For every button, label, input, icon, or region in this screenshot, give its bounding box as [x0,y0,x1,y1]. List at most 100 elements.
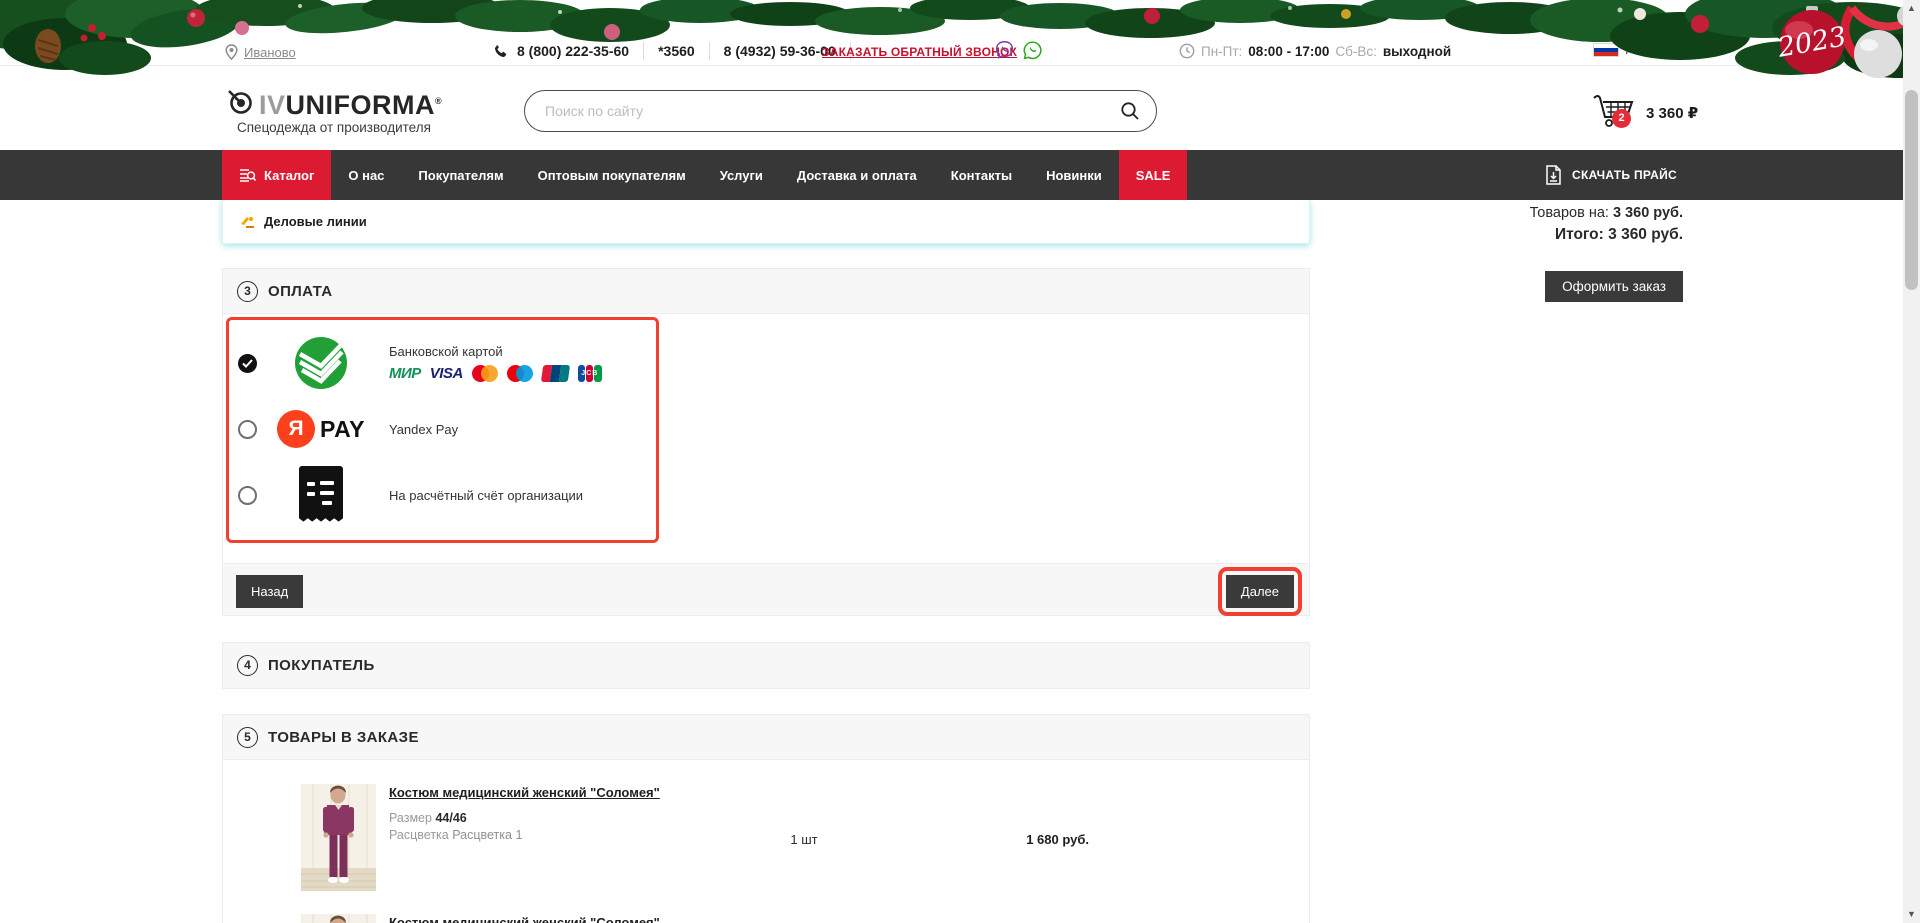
cart-total: 3 360 ₽ [1646,104,1698,122]
nav-item-contacts[interactable]: Контакты [934,150,1029,200]
product-title-link[interactable]: Костюм медицинский женский "Соломея" [389,785,660,801]
payment-option-card[interactable]: Банковской картой МИР VISA JCB [229,330,656,396]
logo-text: IVUNIFORMA® [259,88,442,118]
phones-block: 8 (800) 222-35-60 *3560 8 (4932) 59-36-0… [492,42,851,60]
payment-section-title: ОПЛАТА [268,283,333,300]
logo-tagline: Спецодежда от производителя [237,120,431,135]
mastercard-logo-icon [472,365,498,382]
cart-button[interactable]: 2 3 360 ₽ [1592,91,1698,128]
payment-footer: Назад Далее [223,563,1309,615]
hours-weekend-value: выходной [1383,44,1451,59]
callback-link[interactable]: ЗАКАЗАТЬ ОБРАТНЫЙ ЗВОНОК [822,45,1017,59]
search-input[interactable] [525,103,1120,119]
mir-logo-icon: МИР [389,365,421,382]
delivery-option-label: Деловые линии [264,214,367,229]
order-items-section-title: ТОВАРЫ В ЗАКАЗЕ [268,729,419,746]
order-summary: Товаров на: 3 360 руб. Итого: 3 360 руб.… [1363,205,1683,302]
cart-count-badge: 2 [1612,109,1631,128]
hours-weekdays-label: Пн-Пт: [1201,44,1242,59]
phone-icon [492,43,509,60]
location-pin-icon [225,44,238,60]
payment-option-yandex-pay[interactable]: ЯPAY Yandex Pay [229,396,656,462]
sberbank-logo-icon [283,334,359,392]
logo[interactable]: IVUNIFORMA® [227,88,442,118]
customer-section-title: ПОКУПАТЕЛЬ [268,657,375,674]
payment-option-label: Yandex Pay [389,422,458,437]
nav-item-delivery[interactable]: Доставка и оплата [780,150,934,200]
site-header: IVUNIFORMA® Спецодежда от производителя … [0,66,1903,150]
radio-unselected[interactable] [238,420,257,439]
clock-icon [1179,43,1195,59]
checkout-page: 2023 Иваново 8 (800) 222-35-60 *3560 8 (… [0,0,1920,923]
step-number-badge: 4 [237,655,258,676]
search-bar [524,90,1157,132]
viber-icon[interactable] [994,40,1015,61]
next-button[interactable]: Далее [1226,575,1294,608]
product-size: Размер 44/46 [389,811,719,825]
nav-item-wholesale[interactable]: Оптовым покупателям [521,150,703,200]
order-item-row: Костюм медицинский женский "Соломея" Раз… [223,784,1309,896]
russia-flag-icon [1593,43,1619,57]
checkout-button[interactable]: Оформить заказ [1545,271,1683,302]
main-navigation: Каталог О нас Покупателям Оптовым покупа… [0,150,1920,200]
checkout-main: Деловые линии 3 ОПЛАТА [222,200,1310,923]
product-color: Расцветка Расцветка 1 [389,828,719,842]
visa-logo-icon: VISA [430,365,463,382]
order-item-row: Костюм медицинский женский "Соломея" [223,914,1309,923]
phone-number-2[interactable]: *3560 [644,43,709,59]
maestro-logo-icon [507,365,533,382]
nav-item-new[interactable]: Новинки [1029,150,1119,200]
radio-unselected[interactable] [238,486,257,505]
city-link[interactable]: Иваново [244,45,296,60]
nav-item-services[interactable]: Услуги [703,150,780,200]
jcb-logo-icon: JCB [578,365,602,382]
nav-item-catalog[interactable]: Каталог [222,150,331,200]
delivery-option-selected[interactable]: Деловые линии [222,200,1310,244]
order-items-section: 5 ТОВАРЫ В ЗАКАЗЕ [222,714,1310,923]
payment-section-header: 3 ОПЛАТА [223,269,1309,314]
payment-section: 3 ОПЛАТА [222,268,1310,616]
payment-option-invoice[interactable]: На расчётный счёт организации [229,462,656,528]
back-button[interactable]: Назад [236,575,303,608]
step-number-badge: 3 [237,281,258,302]
download-price-button[interactable]: СКАЧАТЬ ПРАЙС [1545,150,1677,200]
phone-number-1[interactable]: 8 (800) 222-35-60 [509,43,643,59]
page-scrollbar[interactable]: ▲ ▼ [1903,0,1920,923]
delovye-linii-logo-icon [240,214,255,229]
product-image[interactable] [301,914,376,923]
unionpay-logo-icon [541,365,570,382]
working-hours: Пн-Пт: 08:00 - 17:00 Сб-Вс: выходной [1179,43,1451,59]
check-icon [242,359,253,368]
card-brand-logos: МИР VISA JCB [389,365,602,382]
nav-item-about[interactable]: О нас [331,150,401,200]
payment-options-annotated-box: Банковской картой МИР VISA JCB [226,317,659,543]
nav-item-customers[interactable]: Покупателям [401,150,520,200]
total-line: Итого: 3 360 руб. [1363,226,1683,244]
yandex-pay-logo-icon: ЯPAY [283,410,359,448]
radio-selected[interactable] [238,354,257,373]
product-image[interactable] [301,784,376,896]
currency-label: / RUB [1626,42,1661,57]
scrollbar-thumb[interactable] [1905,90,1918,290]
hours-weekend-label: Сб-Вс: [1335,44,1376,59]
nav-item-sale[interactable]: SALE [1119,150,1188,200]
product-title-link[interactable]: Костюм медицинский женский "Соломея" [389,915,660,923]
hours-weekdays-value: 08:00 - 17:00 [1248,44,1329,59]
customer-section[interactable]: 4 ПОКУПАТЕЛЬ [222,642,1310,689]
whatsapp-icon[interactable] [1022,40,1043,61]
scroll-up-arrow[interactable]: ▲ [1903,0,1920,17]
search-icon[interactable] [1120,101,1140,121]
catalog-search-icon [239,167,256,183]
subtotal-line: Товаров на: 3 360 руб. [1363,205,1683,221]
logo-target-icon [227,88,253,115]
next-button-annotation: Далее [1218,567,1302,616]
payment-option-label: Банковской картой [389,344,503,359]
download-file-icon [1545,165,1562,185]
scroll-down-arrow[interactable]: ▼ [1903,906,1920,923]
invoice-receipt-icon [283,466,359,524]
product-price: 1 680 руб. [904,832,1089,847]
currency-selector[interactable]: / RUB ▼ [1593,42,1677,57]
chevron-down-icon: ▼ [1668,45,1677,55]
payment-option-label: На расчётный счёт организации [389,488,583,503]
top-bar: Иваново 8 (800) 222-35-60 *3560 8 (4932)… [0,0,1903,66]
